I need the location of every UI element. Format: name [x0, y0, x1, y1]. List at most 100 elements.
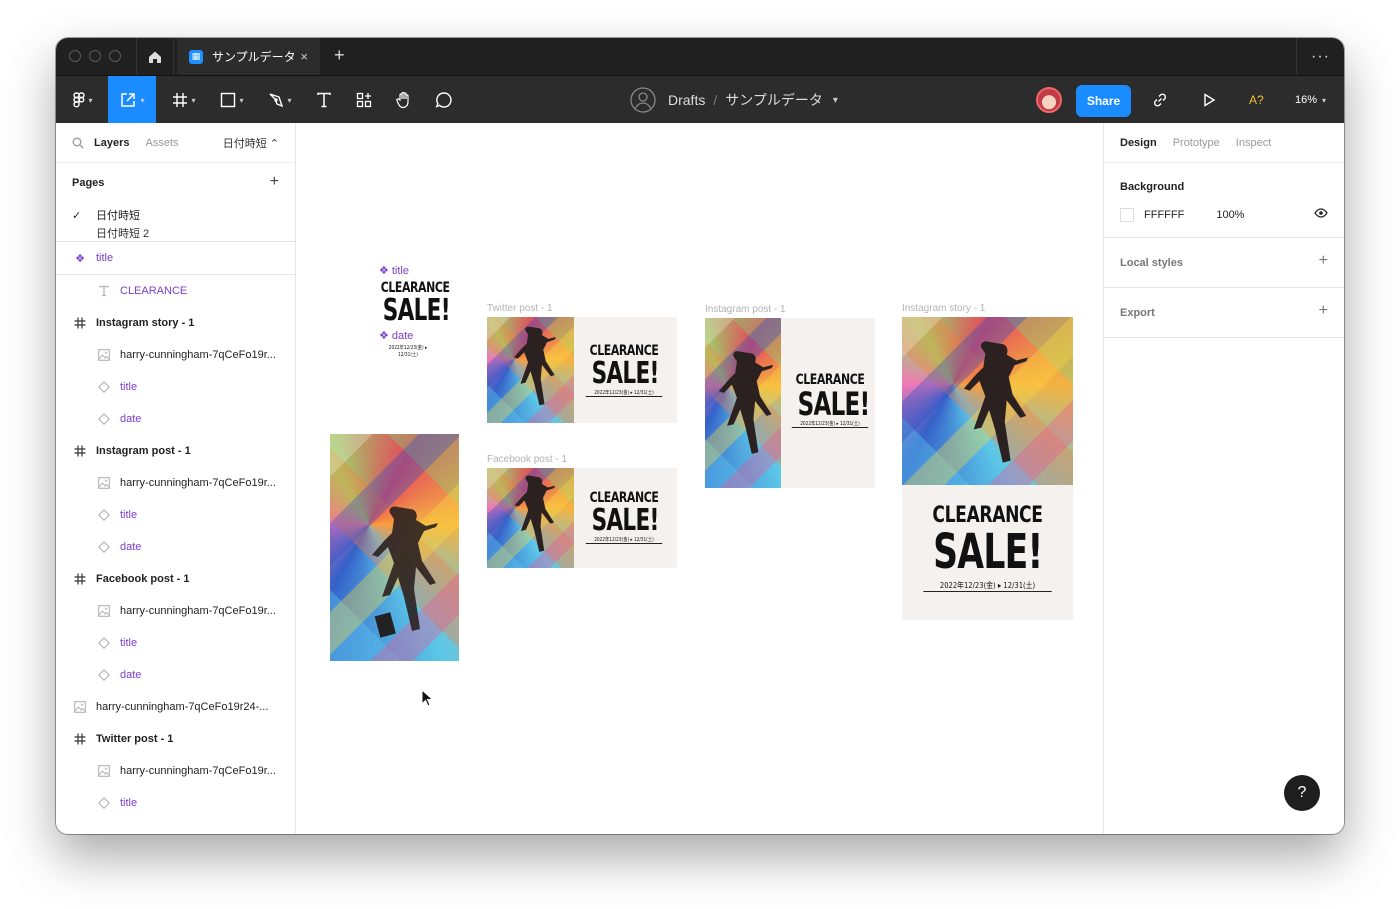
layer-item-title[interactable]: title	[56, 371, 295, 403]
link-icon	[1153, 93, 1167, 107]
missing-fonts-button[interactable]: A?	[1249, 76, 1264, 124]
figma-file-icon: ▦	[189, 49, 203, 64]
layer-item-twitter-post-1[interactable]: Twitter post - 1	[56, 723, 295, 755]
tab-document[interactable]: ▦ サンプルデータ ×	[177, 38, 320, 75]
home-button[interactable]	[136, 38, 174, 75]
layer-item-harry-cunningham-7qcefo19r[interactable]: harry-cunningham-7qCeFo19r...	[56, 595, 295, 627]
image-icon	[96, 605, 112, 617]
resources-icon	[356, 92, 372, 108]
main-menu-button[interactable]: ▾	[66, 76, 100, 124]
add-page-icon[interactable]: +	[270, 173, 279, 191]
tab-layers[interactable]: Layers	[94, 137, 129, 149]
layer-item-harry-cunningham-7qcefo19r[interactable]: harry-cunningham-7qCeFo19r...	[56, 755, 295, 787]
share-button[interactable]: Share	[1076, 85, 1131, 117]
frame-instagram-post[interactable]: CLEARANCE SALE! 2022年12/23(金) ▸ 12/31(土)	[705, 318, 875, 488]
component-label-title[interactable]: ❖ title	[379, 264, 409, 278]
minimize-window-button[interactable]	[89, 50, 101, 62]
search-icon[interactable]	[72, 137, 84, 149]
layer-item-instagram-post-1[interactable]: Instagram post - 1	[56, 435, 295, 467]
layer-item-date[interactable]: date	[56, 403, 295, 435]
play-icon	[1204, 93, 1216, 107]
component-icon: ❖	[379, 265, 389, 277]
pen-tool-button[interactable]: ▾	[260, 76, 300, 124]
layer-label: harry-cunningham-7qCeFo19r24-...	[96, 701, 269, 713]
zoom-window-button[interactable]	[109, 50, 121, 62]
add-export-icon[interactable]: +	[1319, 302, 1328, 320]
layer-label: harry-cunningham-7qCeFo19r...	[120, 765, 276, 777]
layer-item-harry-cunningham-7qcefo19r[interactable]: harry-cunningham-7qCeFo19r...	[56, 339, 295, 371]
layer-item-facebook-post-1[interactable]: Facebook post - 1	[56, 563, 295, 595]
date-component[interactable]: 2022年12/23(金) ▸ 12/31(土)	[373, 344, 443, 358]
tab-inspect[interactable]: Inspect	[1236, 137, 1271, 149]
chevron-down-icon: ▾	[239, 95, 244, 105]
background-swatch[interactable]	[1120, 208, 1134, 222]
export-section: Export +	[1104, 288, 1344, 338]
tab-title: サンプルデータ	[212, 50, 296, 64]
frame-tool-button[interactable]: ▾	[164, 76, 204, 124]
tab-design[interactable]: Design	[1120, 137, 1157, 149]
background-section: Background FFFFFF 100%	[1104, 163, 1344, 238]
layer-item-instagram-story-1[interactable]: Instagram story - 1	[56, 307, 295, 339]
team-avatar-icon[interactable]	[630, 87, 656, 113]
component-label-date[interactable]: ❖ date	[379, 329, 413, 343]
title-component[interactable]: CLEARANCE SALE!	[373, 280, 451, 326]
person-silhouette	[514, 326, 556, 406]
layer-item-clearance[interactable]: CLEARANCE	[56, 275, 295, 307]
tab-prototype[interactable]: Prototype	[1173, 137, 1220, 149]
resources-button[interactable]	[348, 76, 380, 124]
background-opacity[interactable]: 100%	[1216, 209, 1244, 221]
close-tab-icon[interactable]: ×	[300, 49, 308, 64]
file-name[interactable]: サンプルデータ	[725, 90, 823, 110]
page-item[interactable]: ✓ 日付時短	[56, 203, 295, 227]
layer-item-title[interactable]: title	[56, 499, 295, 531]
right-panel-tabs: Design Prototype Inspect	[1104, 123, 1344, 163]
person-silhouette	[718, 351, 774, 454]
background-hex[interactable]: FFFFFF	[1144, 209, 1184, 221]
frame-label-instagram-post[interactable]: Instagram post - 1	[705, 304, 786, 315]
layer-item-date[interactable]: date	[56, 531, 295, 563]
page-item[interactable]: 日付時短 2	[56, 227, 295, 241]
component-icon: ❖	[75, 252, 85, 265]
source-image[interactable]	[330, 434, 459, 661]
copy-link-button[interactable]	[1144, 76, 1176, 124]
layer-item-title[interactable]: title	[56, 787, 295, 819]
canvas[interactable]: ❖ title CLEARANCE SALE! ❖ date 2022年12/23(…	[297, 123, 1103, 834]
breadcrumb-drafts[interactable]: Drafts	[668, 92, 705, 108]
layer-item-title[interactable]: title	[56, 627, 295, 659]
layer-label: title	[96, 252, 114, 264]
chevron-down-icon[interactable]: ▾	[833, 95, 838, 106]
close-window-button[interactable]	[69, 50, 81, 62]
eye-icon[interactable]	[1314, 208, 1328, 218]
more-icon[interactable]: ···	[1296, 38, 1344, 75]
page-selector[interactable]: 日付時短 ⌃	[223, 135, 279, 151]
new-tab-button[interactable]: +	[334, 45, 345, 66]
layer-label: date	[120, 669, 142, 681]
zoom-menu[interactable]: 16% ▾	[1295, 76, 1326, 124]
layer-item-harry-cunningham-7qcefo19r24[interactable]: harry-cunningham-7qCeFo19r24-...	[56, 691, 295, 723]
frame-sale-text: CLEARANCE SALE! 2022年12/23(金) ▸ 12/31(土)	[785, 372, 875, 428]
user-avatar[interactable]	[1036, 87, 1062, 113]
figma-logo-icon	[73, 92, 86, 108]
frame-label-facebook[interactable]: Facebook post - 1	[487, 454, 567, 465]
add-style-icon[interactable]: +	[1319, 252, 1328, 270]
layer-label: Facebook post - 1	[96, 573, 190, 585]
move-tool-button[interactable]: ▾	[108, 76, 156, 124]
layer-item-date[interactable]: date	[56, 659, 295, 691]
layer-label: title	[120, 509, 138, 521]
frame-icon	[72, 573, 88, 585]
tab-assets[interactable]: Assets	[145, 137, 178, 149]
help-button[interactable]: ?	[1284, 775, 1320, 811]
comment-tool-button[interactable]	[428, 76, 460, 124]
layer-item-title[interactable]: ❖ title	[56, 242, 295, 275]
frame-label-instagram-story[interactable]: Instagram story - 1	[902, 303, 985, 314]
frame-instagram-story[interactable]: CLEARANCE SALE! 2022年12/23(金) ▸ 12/31(土)	[902, 317, 1073, 620]
frame-label-twitter[interactable]: Twitter post - 1	[487, 303, 553, 314]
shape-tool-button[interactable]: ▾	[212, 76, 252, 124]
layer-item-harry-cunningham-7qcefo19r[interactable]: harry-cunningham-7qCeFo19r...	[56, 467, 295, 499]
window-controls	[69, 50, 121, 62]
hand-tool-button[interactable]	[388, 76, 420, 124]
frame-twitter-post[interactable]: CLEARANCE SALE! 2022年12/23(金) ▸ 12/31(土)	[487, 317, 677, 423]
frame-facebook-post[interactable]: CLEARANCE SALE! 2022年12/23(金) ▸ 12/31(土)	[487, 468, 677, 568]
text-tool-button[interactable]	[308, 76, 340, 124]
present-button[interactable]	[1193, 76, 1225, 124]
